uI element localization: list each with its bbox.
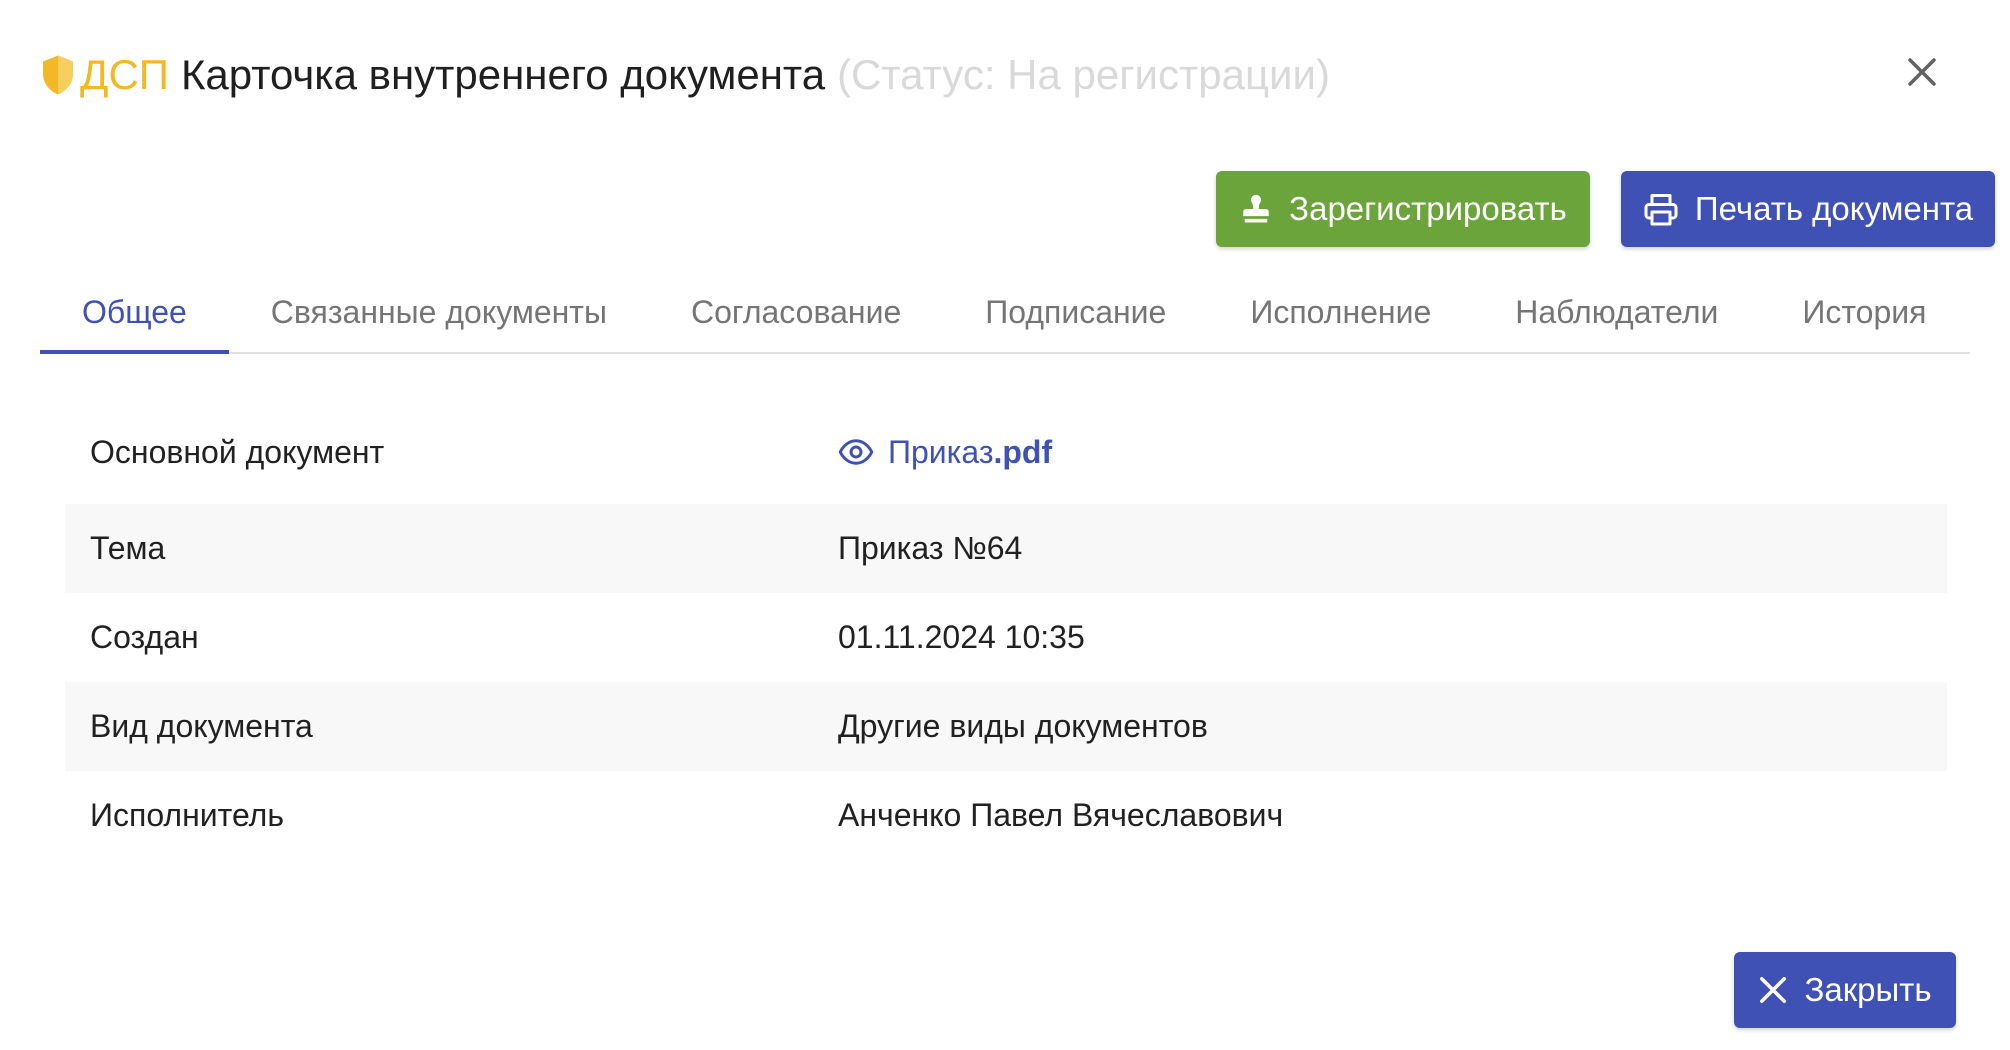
properties-table: Основной документ Приказ .pdf Тема Приказ… <box>65 400 1947 860</box>
register-label: Зарегистрировать <box>1289 190 1567 227</box>
print-document-button[interactable]: Печать документа <box>1621 171 1995 247</box>
tab-observers[interactable]: Наблюдатели <box>1473 272 1760 352</box>
register-button[interactable]: Зарегистрировать <box>1216 171 1590 247</box>
status-text: (Статус: На регистрации) <box>837 51 1330 98</box>
dialog-title: Карточка внутреннего документа <box>180 51 826 98</box>
property-value: 01.11.2024 10:35 <box>838 619 1085 655</box>
close-label: Закрыть <box>1804 971 1932 1008</box>
tab-execution[interactable]: Исполнение <box>1208 272 1473 352</box>
main-document-link[interactable]: Приказ .pdf <box>838 434 1947 471</box>
tab-approval[interactable]: Согласование <box>649 272 943 352</box>
shield-icon <box>43 55 73 95</box>
property-row-created: Создан 01.11.2024 10:35 <box>65 593 1947 682</box>
property-row-document-type: Вид документа Другие виды документов <box>65 682 1947 771</box>
tab-label: Подписание <box>985 293 1167 330</box>
property-label: Исполнитель <box>90 797 285 833</box>
file-name: Приказ <box>888 433 994 470</box>
tab-label: Согласование <box>690 293 902 330</box>
property-value: Другие виды документов <box>838 708 1208 744</box>
property-value: Приказ .pdf <box>838 434 1947 471</box>
tab-related-documents[interactable]: Связанные документы <box>229 272 649 352</box>
printer-icon <box>1644 194 1678 226</box>
property-label: Вид документа <box>90 708 313 744</box>
dsp-label: ДСП <box>80 51 169 98</box>
stamp-icon <box>1243 194 1269 223</box>
property-value: Приказ №64 <box>838 530 1023 566</box>
property-row-subject: Тема Приказ №64 <box>65 504 1947 593</box>
property-value: Анченко Павел Вячеславович <box>838 797 1284 833</box>
dialog-header: ДСП Карточка внутреннего документа (Стат… <box>40 40 1330 110</box>
property-label: Основной документ <box>90 433 385 470</box>
tab-signing[interactable]: Подписание <box>943 272 1208 352</box>
property-label: Создан <box>90 619 199 655</box>
tab-label: Наблюдатели <box>1515 293 1719 330</box>
tab-label: Общее <box>82 293 187 330</box>
close-icon <box>1760 977 1787 1003</box>
tab-label: История <box>1802 293 1927 330</box>
tab-label: Связанные документы <box>270 293 607 330</box>
document-card-dialog: ДСП Карточка внутреннего документа (Стат… <box>0 0 2010 1050</box>
tab-bar: Общее Связанные документы Согласование П… <box>40 272 1970 354</box>
tab-history[interactable]: История <box>1760 272 1968 352</box>
property-label: Тема <box>90 530 166 566</box>
tab-general[interactable]: Общее <box>40 272 229 354</box>
property-row-executor: Исполнитель Анченко Павел Вячеславович <box>65 771 1947 860</box>
print-label: Печать документа <box>1694 190 1974 227</box>
tab-label: Исполнение <box>1250 293 1432 330</box>
property-row-main-document: Основной документ Приказ .pdf <box>65 400 1947 504</box>
close-button[interactable]: Закрыть <box>1734 952 1956 1028</box>
eye-icon <box>838 439 874 465</box>
file-extension: .pdf <box>993 433 1053 470</box>
close-icon[interactable] <box>1902 52 1942 92</box>
